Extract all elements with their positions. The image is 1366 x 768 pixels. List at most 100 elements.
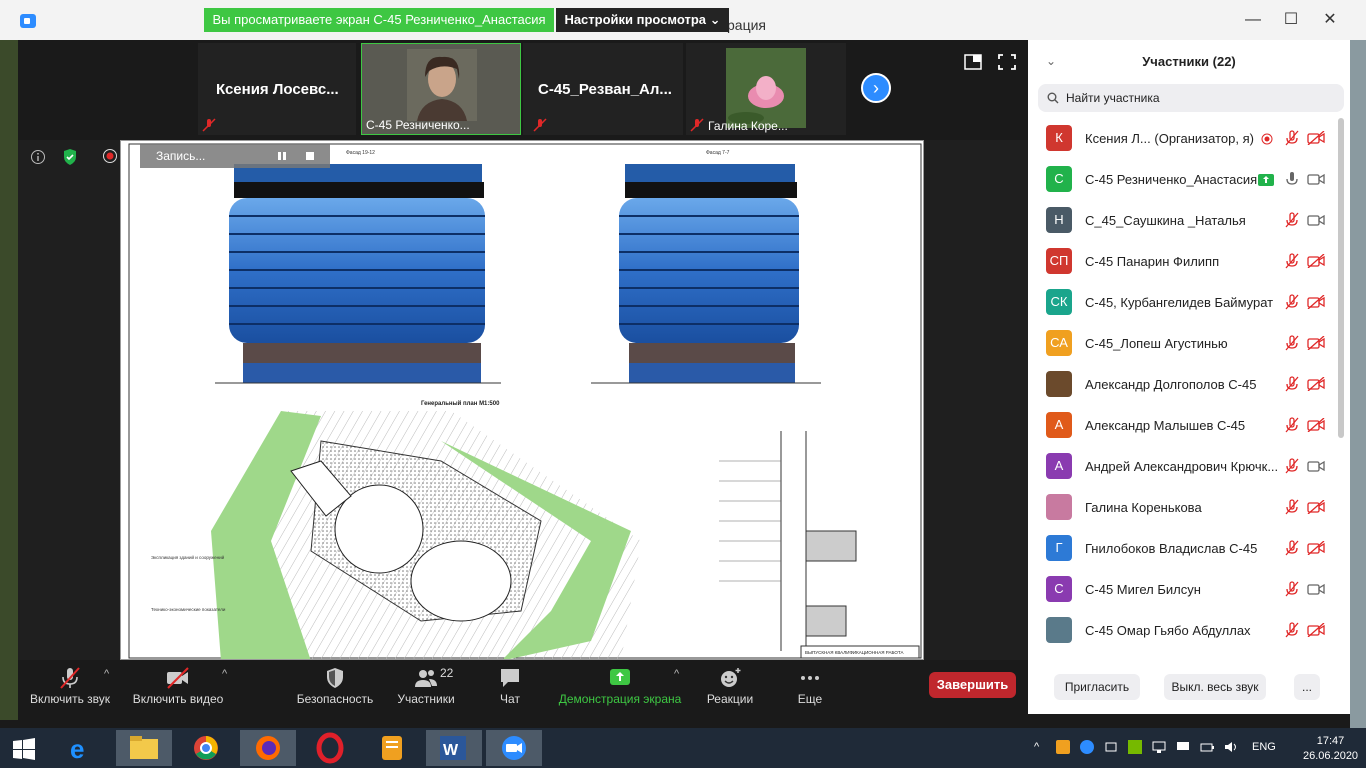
mic-icon[interactable] <box>1284 171 1300 192</box>
chat-button[interactable]: Чат <box>484 660 536 714</box>
camera-off-icon[interactable] <box>1307 335 1325 355</box>
tray-app-icon[interactable] <box>1056 740 1070 754</box>
taskbar-clock[interactable]: 17:47 26.06.2020 <box>1303 734 1358 764</box>
security-label: Безопасность <box>296 692 374 706</box>
participant-row[interactable]: С С-45 Мигел Билсун <box>1028 569 1338 610</box>
share-options-caret[interactable]: ^ <box>674 668 679 680</box>
participants-button[interactable]: 22 Участники <box>390 660 462 714</box>
video-tile-active-speaker[interactable]: С-45 Резниченко... <box>361 43 521 135</box>
camera-off-icon[interactable] <box>1307 622 1325 642</box>
scrollbar[interactable] <box>1338 118 1344 438</box>
recording-label: Запись... <box>156 149 206 163</box>
next-page-button[interactable]: › <box>861 73 891 103</box>
taskbar-chrome[interactable] <box>178 730 234 766</box>
start-video-button[interactable]: Включить видео <box>128 660 228 714</box>
audio-options-caret[interactable]: ^ <box>104 668 109 680</box>
taskbar-zoom[interactable] <box>486 730 542 766</box>
tray-usb-icon[interactable] <box>1104 740 1118 754</box>
participant-row[interactable]: Н С_45_Саушкина _Наталья <box>1028 200 1338 241</box>
tile-name: Ксения Лосевс... <box>216 81 339 98</box>
mic-muted-icon[interactable] <box>1284 622 1300 643</box>
tray-monitor-icon[interactable] <box>1176 740 1190 754</box>
tray-zoom-icon[interactable] <box>1080 740 1094 754</box>
avatar: СА <box>1046 330 1072 356</box>
participant-row[interactable]: А Андрей Александрович Крючк... <box>1028 446 1338 487</box>
info-icon[interactable] <box>30 149 46 165</box>
mic-muted-icon[interactable] <box>1284 376 1300 397</box>
taskbar-explorer[interactable] <box>116 730 172 766</box>
shield-icon[interactable] <box>62 148 78 166</box>
mic-muted-icon[interactable] <box>1284 581 1300 602</box>
mic-muted-icon[interactable] <box>1284 253 1300 274</box>
video-options-caret[interactable]: ^ <box>222 668 227 680</box>
panel-more-button[interactable]: ... <box>1294 674 1320 700</box>
mic-muted-icon[interactable] <box>1284 458 1300 479</box>
participant-row[interactable]: С С-45 Резниченко_Анастасия <box>1028 159 1338 200</box>
mic-muted-icon[interactable] <box>1284 540 1300 561</box>
taskbar-opera[interactable] <box>302 730 358 766</box>
camera-icon[interactable] <box>1307 459 1325 478</box>
avatar: А <box>1046 453 1072 479</box>
camera-off-icon[interactable] <box>1307 417 1325 437</box>
taskbar-app[interactable] <box>364 730 420 766</box>
participant-row[interactable]: Г Гнилобоков Владислав С-45 <box>1028 528 1338 569</box>
camera-off-icon[interactable] <box>1307 540 1325 560</box>
camera-off-icon[interactable] <box>1307 499 1325 519</box>
invite-button[interactable]: Пригласить <box>1054 674 1140 700</box>
camera-icon[interactable] <box>1307 172 1325 191</box>
tile-name: С-45_Резван_Ал... <box>538 81 672 98</box>
share-screen-button[interactable]: Демонстрация экрана <box>554 660 686 714</box>
tray-battery-icon[interactable] <box>1200 740 1214 754</box>
camera-off-icon[interactable] <box>1307 253 1325 273</box>
more-button[interactable]: Еще <box>784 660 836 714</box>
mic-muted-icon[interactable] <box>1284 417 1300 438</box>
mic-muted-icon[interactable] <box>1284 212 1300 233</box>
camera-off-icon[interactable] <box>1307 294 1325 314</box>
camera-icon[interactable] <box>1307 582 1325 601</box>
windows-start-icon[interactable] <box>12 738 36 760</box>
participant-row[interactable]: СП С-45 Панарин Филипп <box>1028 241 1338 282</box>
fullscreen-icon[interactable] <box>998 54 1016 70</box>
language-indicator[interactable]: ENG <box>1252 741 1276 753</box>
video-tile[interactable]: С-45_Резван_Ал... <box>523 43 683 135</box>
participant-row[interactable]: А Александр Малышев С-45 <box>1028 405 1338 446</box>
close-button[interactable]: ✕ <box>1310 8 1350 32</box>
mic-muted-icon <box>60 667 80 689</box>
tray-overflow-icon[interactable]: ^ <box>1034 741 1039 753</box>
participant-search-input[interactable]: Найти участника <box>1038 84 1344 112</box>
taskbar-ie[interactable]: e <box>54 730 110 766</box>
stop-icon[interactable] <box>304 150 316 162</box>
mic-muted-icon[interactable] <box>1284 499 1300 520</box>
camera-off-icon[interactable] <box>1307 376 1325 396</box>
maximize-button[interactable]: ☐ <box>1271 8 1311 32</box>
minimize-button[interactable]: — <box>1233 8 1273 32</box>
participant-row[interactable]: С-45 Омар Гьябо Абдуллах <box>1028 610 1338 651</box>
participant-row[interactable]: СК С-45, Курбангелидев Баймурат <box>1028 282 1338 323</box>
mic-off-icon <box>202 118 216 132</box>
participant-row[interactable]: Александр Долгополов С-45 <box>1028 364 1338 405</box>
mute-all-button[interactable]: Выкл. весь звук <box>1164 674 1266 700</box>
tray-nvidia-icon[interactable] <box>1128 740 1142 754</box>
gallery-view-icon[interactable] <box>964 54 982 70</box>
tray-volume-icon[interactable] <box>1224 740 1238 754</box>
reactions-button[interactable]: Реакции <box>700 660 760 714</box>
end-meeting-button[interactable]: Завершить <box>929 672 1016 698</box>
participant-name: С-45_Лопеш Агустинью <box>1085 336 1228 351</box>
camera-off-icon[interactable] <box>1307 130 1325 150</box>
avatar: СП <box>1046 248 1072 274</box>
mic-muted-icon[interactable] <box>1284 130 1300 151</box>
participant-row[interactable]: Галина Коренькова <box>1028 487 1338 528</box>
security-button[interactable]: Безопасность <box>290 660 380 714</box>
video-tile[interactable]: Галина Коре... <box>686 43 846 135</box>
participant-row[interactable]: СА С-45_Лопеш Агустинью <box>1028 323 1338 364</box>
participant-row[interactable]: К Ксения Л... (Организатор, я) <box>1028 118 1338 159</box>
taskbar-word[interactable]: W <box>426 730 482 766</box>
camera-icon[interactable] <box>1307 213 1325 232</box>
mic-muted-icon[interactable] <box>1284 294 1300 315</box>
mic-muted-icon[interactable] <box>1284 335 1300 356</box>
video-tile[interactable]: Ксения Лосевс... <box>198 43 356 135</box>
taskbar-firefox[interactable] <box>240 730 296 766</box>
tray-network-icon[interactable] <box>1152 740 1166 754</box>
pause-icon[interactable] <box>276 150 288 162</box>
view-settings-button[interactable]: Настройки просмотра ⌄ <box>556 8 729 32</box>
